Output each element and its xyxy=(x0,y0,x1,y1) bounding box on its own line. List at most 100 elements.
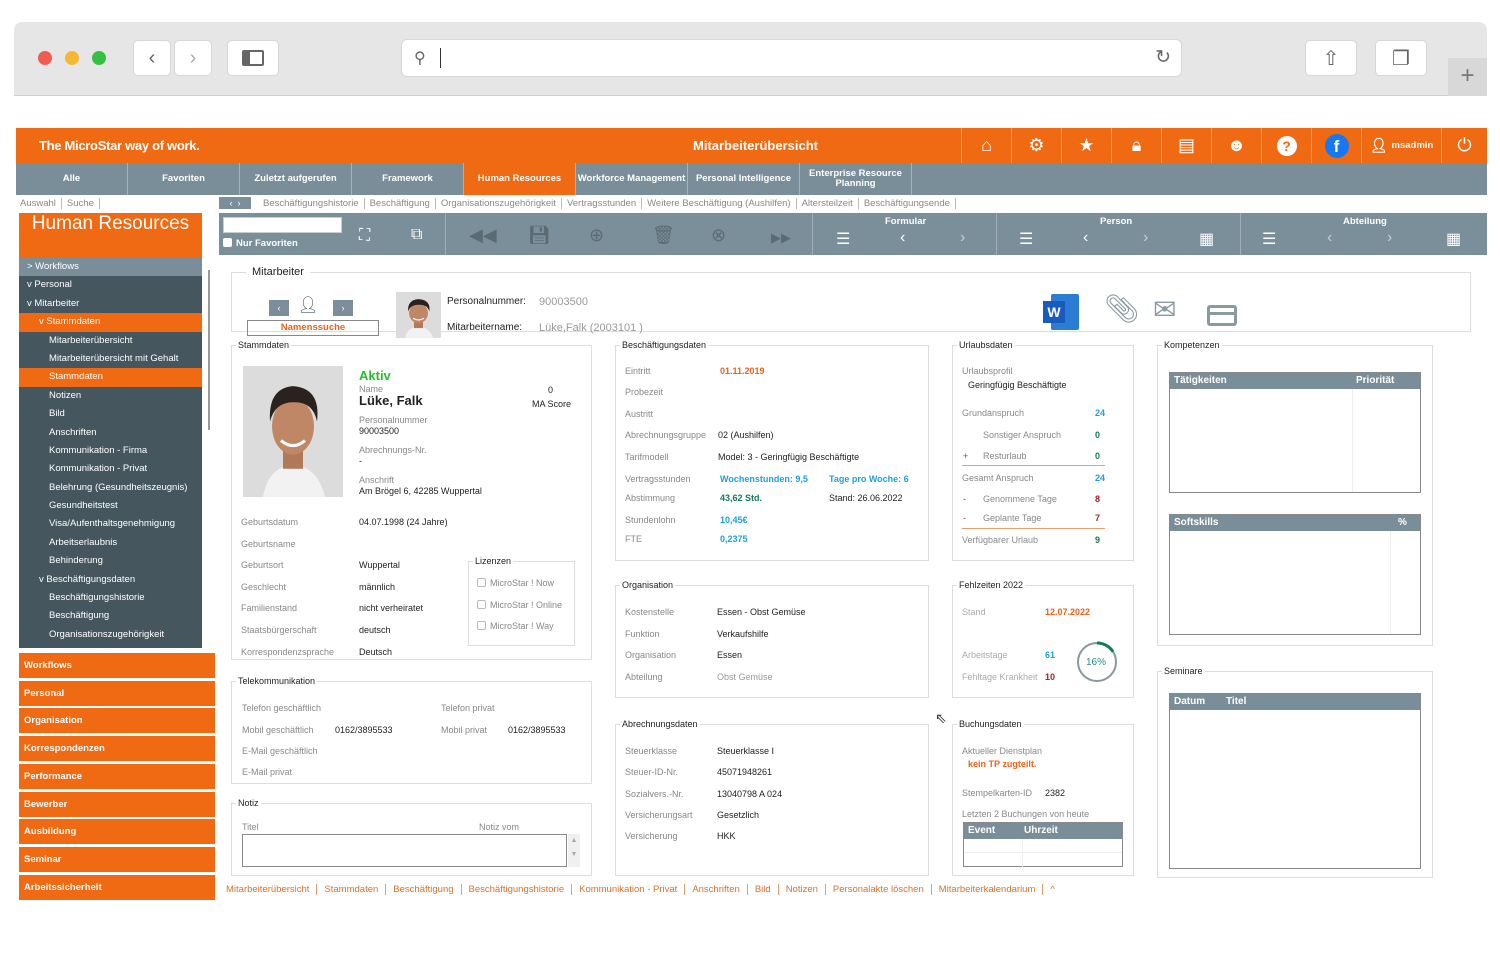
footer-link[interactable]: Beschäftigungshistorie xyxy=(461,884,573,895)
tree-item[interactable]: v Stammdaten xyxy=(19,313,202,332)
seminare-table[interactable]: Datum Titel xyxy=(1169,693,1421,869)
sidebar-section-arbeitssicherheit[interactable]: Arbeitssicherheit xyxy=(19,874,215,900)
crumb-link[interactable]: Beschäftigung xyxy=(364,198,436,209)
footer-link[interactable]: Beschäftigung xyxy=(386,884,462,895)
tab-7[interactable]: Enterprise Resource Planning xyxy=(800,163,912,195)
new-tab-icon[interactable]: + xyxy=(1448,58,1487,96)
sidebar-section-korrespondenzen[interactable]: Korrespondenzen xyxy=(19,736,215,762)
cancel-icon[interactable]: ⊗ xyxy=(711,225,726,246)
crumb-link[interactable]: Altersteilzeit xyxy=(796,198,859,209)
share-button[interactable]: ⇧ xyxy=(1305,40,1357,76)
star-icon[interactable]: ★ xyxy=(1061,128,1111,163)
tab-6[interactable]: Personal Intelligence xyxy=(688,163,800,195)
notiz-scrollbar[interactable]: ▲ ▼ xyxy=(568,834,580,867)
checkbox[interactable] xyxy=(477,621,486,630)
taetigkeiten-table[interactable]: Tätigkeiten Priorität xyxy=(1169,372,1421,493)
tree-item[interactable]: v Beschäftigungsdaten xyxy=(19,571,202,589)
tree-item[interactable]: Belehrung (Gesundheitszeugnis) xyxy=(19,479,202,497)
tab-4[interactable]: Human Resources xyxy=(464,163,576,195)
footer-link[interactable]: Personalakte löschen xyxy=(825,884,932,895)
formular-next-icon[interactable]: › xyxy=(960,229,965,247)
crumb-scroll-buttons[interactable]: ‹ › xyxy=(219,197,251,209)
crumb-link[interactable]: Beschäftigungshistorie xyxy=(258,198,365,209)
person-list-icon[interactable]: ☰ xyxy=(1019,229,1033,249)
tab-5[interactable]: Workforce Management xyxy=(576,163,688,195)
delete-icon[interactable]: 🗑︎ xyxy=(652,225,675,246)
tab-2[interactable]: Zuletzt aufgerufen xyxy=(240,163,352,195)
address-bar[interactable]: ⚲ ↻ xyxy=(401,39,1182,77)
abteilung-list-icon[interactable]: ☰ xyxy=(1262,229,1276,249)
last-record-icon[interactable]: ▶▶ xyxy=(771,230,791,246)
footer-link[interactable]: ^ xyxy=(1043,884,1061,895)
name-search-button[interactable]: Namenssuche xyxy=(247,320,379,336)
tree-item[interactable]: Arbeitserlaubnis xyxy=(19,534,202,552)
footer-link[interactable]: Notizen xyxy=(778,884,826,895)
save-icon[interactable]: 💾︎ xyxy=(528,225,551,246)
tree-item[interactable]: Mitarbeiterübersicht mit Gehalt xyxy=(19,350,202,368)
sidebar-section-bewerber[interactable]: Bewerber xyxy=(19,791,215,817)
sidebar-section-personal[interactable]: Personal xyxy=(19,680,215,706)
crumb-link[interactable]: Beschäftigungsende xyxy=(858,198,956,209)
favorites-checkbox[interactable]: Nur Favoriten xyxy=(223,238,298,249)
license-checkbox[interactable]: MicroStar ! Online xyxy=(477,599,562,610)
next-employee-button[interactable]: › xyxy=(333,300,353,316)
sidebar-section-performance[interactable]: Performance xyxy=(19,763,215,789)
softskills-table[interactable]: Softskills% xyxy=(1169,514,1421,635)
gear-icon[interactable]: ⚙ xyxy=(1011,128,1061,163)
home-icon[interactable]: ⌂ xyxy=(961,128,1011,163)
tab-1[interactable]: Favoriten xyxy=(128,163,240,195)
tree-item[interactable]: v Mitarbeiter xyxy=(19,295,202,313)
card-icon[interactable] xyxy=(1207,305,1237,326)
tree-item[interactable]: Notizen xyxy=(19,387,202,405)
footer-link[interactable]: Mitarbeiterübersicht xyxy=(219,884,318,895)
employee-search-icon[interactable]: 👤︎ xyxy=(298,295,318,315)
back-button[interactable]: ‹ xyxy=(133,40,171,76)
abteilung-prev-icon[interactable]: ‹ xyxy=(1327,229,1332,247)
prev-employee-button[interactable]: ‹ xyxy=(269,300,289,316)
formular-list-icon[interactable]: ☰ xyxy=(836,229,850,249)
tree-item[interactable]: Anschriften xyxy=(19,424,202,442)
reload-icon[interactable]: ↻ xyxy=(1155,46,1171,69)
tree-item[interactable]: Mitarbeiterübersicht xyxy=(19,332,202,350)
tree-item[interactable]: Organisationszugehörigkeit xyxy=(19,626,202,644)
sidebar-toggle-button[interactable] xyxy=(227,40,279,76)
maximize-window-button[interactable] xyxy=(92,51,106,65)
tree-item[interactable]: Stammdaten xyxy=(19,368,202,387)
left-crumb-1[interactable]: Suche xyxy=(61,198,100,209)
footer-link[interactable]: Mitarbeiterkalendarium xyxy=(931,884,1044,895)
tree-item[interactable]: Beschäftigungshistorie xyxy=(19,589,202,607)
attachment-icon[interactable]: 📎︎ xyxy=(1104,292,1140,325)
new-window-icon[interactable]: ⧉ xyxy=(411,226,422,244)
user-menu[interactable]: 👤︎ msadmin xyxy=(1361,128,1441,163)
tree-item[interactable]: v Personal xyxy=(19,276,202,294)
notiz-list[interactable] xyxy=(242,834,567,867)
tree-item[interactable]: Visa/Aufenthaltsgenehmigung xyxy=(19,515,202,533)
crumb-link[interactable]: Organisationszugehörigkeit xyxy=(435,198,562,209)
sidebar-section-ausbildung[interactable]: Ausbildung xyxy=(19,819,215,845)
forward-button[interactable]: › xyxy=(174,40,212,76)
tab-0[interactable]: Alle xyxy=(16,163,128,195)
license-checkbox[interactable]: MicroStar ! Way xyxy=(477,621,554,631)
checkbox[interactable] xyxy=(477,578,486,587)
word-icon[interactable]: W xyxy=(1043,294,1079,330)
minimize-window-button[interactable] xyxy=(65,51,79,65)
power-icon[interactable]: ⏻ xyxy=(1441,128,1487,163)
tree-scrollbar[interactable] xyxy=(205,258,214,648)
footer-link[interactable]: Kommunikation - Privat xyxy=(572,884,686,895)
tree-item[interactable]: Kommunikation - Firma xyxy=(19,442,202,460)
tabs-button[interactable]: ❐ xyxy=(1375,40,1427,76)
calendar-icon[interactable]: ▤ xyxy=(1161,128,1211,163)
first-record-icon[interactable]: ◀◀ xyxy=(469,225,497,246)
mail-icon[interactable]: ✉ xyxy=(1153,293,1176,326)
tree-item[interactable]: > Workflows xyxy=(19,258,202,277)
formular-prev-icon[interactable]: ‹ xyxy=(900,229,905,247)
footer-link[interactable]: Bild xyxy=(747,884,779,895)
search-input[interactable] xyxy=(223,217,342,233)
tree-item[interactable]: Gesundheitstest xyxy=(19,497,202,515)
abteilung-grid-icon[interactable]: ▦ xyxy=(1446,229,1461,249)
footer-link[interactable]: Anschriften xyxy=(685,884,748,895)
person-prev-icon[interactable]: ‹ xyxy=(1083,229,1088,247)
support-icon[interactable]: ☻ xyxy=(1211,128,1261,163)
crumb-link[interactable]: Vertragsstunden xyxy=(561,198,643,209)
facebook-icon[interactable]: f xyxy=(1311,128,1361,163)
